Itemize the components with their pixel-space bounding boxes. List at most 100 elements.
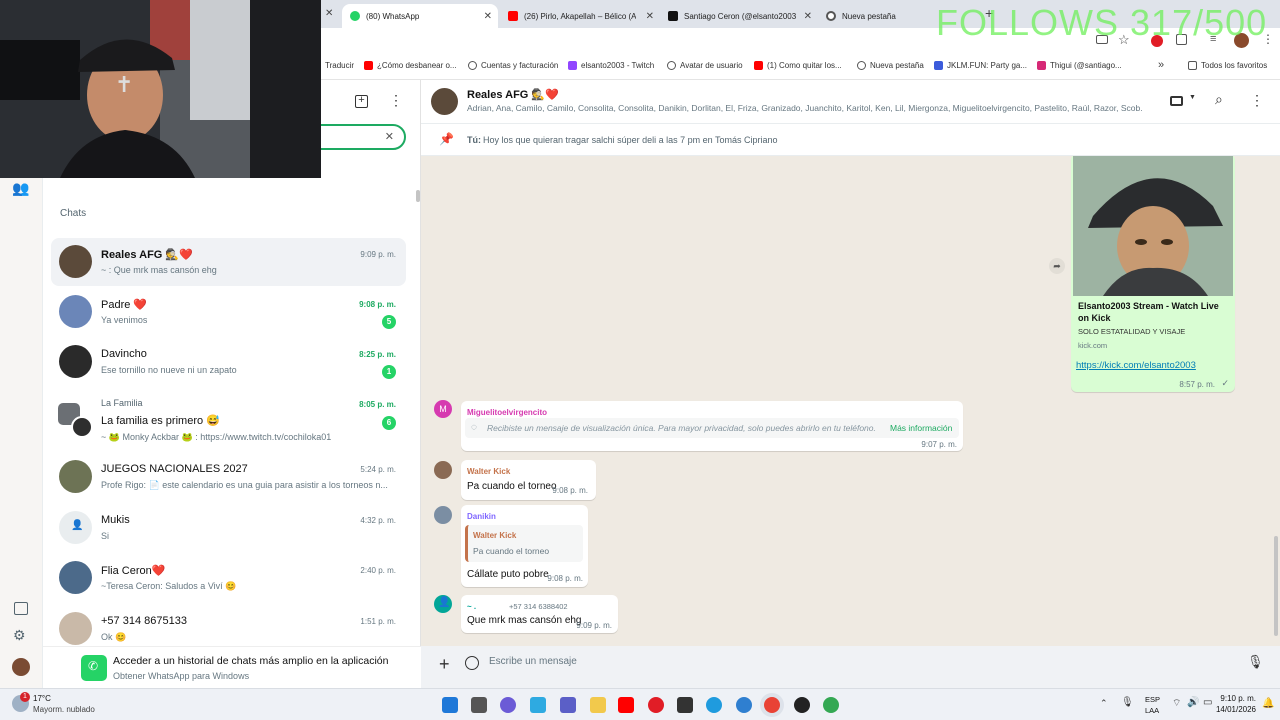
profile-avatar[interactable] bbox=[12, 658, 30, 676]
youtube-app-icon[interactable] bbox=[618, 697, 634, 713]
bookmark-instagram[interactable]: Thigui (@santiago... bbox=[1037, 61, 1122, 70]
view-once-message[interactable]: Miguelitoelvirgencito ◌ Recibiste un men… bbox=[461, 401, 963, 451]
conversation-header[interactable]: Reales AFG 🕵️❤️ Adrian, Ana, Camilo, Cam… bbox=[421, 80, 1280, 124]
microphone-tray-icon[interactable]: 🎙 bbox=[1121, 697, 1134, 708]
sender-avatar[interactable] bbox=[434, 506, 452, 524]
bookmark-traducir[interactable]: Traducir bbox=[325, 61, 354, 70]
browser-icon[interactable] bbox=[736, 697, 752, 713]
tab-youtube[interactable]: (26) Pirlo, Akapellah – Bélico (A ✕ bbox=[500, 4, 660, 28]
close-tab-icon[interactable]: ✕ bbox=[646, 11, 654, 22]
message-time: 9:07 p. m. bbox=[921, 440, 957, 449]
clock-date[interactable]: 14/01/2026 bbox=[1206, 705, 1256, 714]
bookmark-desbanear[interactable]: ¿Cómo desbanear o... bbox=[364, 61, 457, 70]
chat-item-juegos-nacionales[interactable]: JUEGOS NACIONALES 2027 Profe Rigo: 📄 est… bbox=[51, 453, 406, 501]
bookmark-cuentas[interactable]: Cuentas y facturación bbox=[468, 61, 558, 70]
tab-tiktok[interactable]: Santiago Ceron (@elsanto2003 ✕ bbox=[660, 4, 818, 28]
tray-chevron-icon[interactable]: ⌃ bbox=[1100, 698, 1108, 709]
settings-gear-icon[interactable]: ⚙ bbox=[13, 627, 26, 644]
scrollbar[interactable] bbox=[416, 190, 420, 202]
chat-time: 5:24 p. m. bbox=[360, 465, 396, 474]
chat-item-la-familia[interactable]: La Familia La familia es primero 😅 ~ 🐸 M… bbox=[51, 388, 406, 450]
obs-icon[interactable] bbox=[794, 697, 810, 713]
chat-app-icon[interactable] bbox=[500, 697, 516, 713]
sender-avatar[interactable] bbox=[434, 461, 452, 479]
pinned-sender: Tú: bbox=[467, 135, 481, 145]
download-app-promo[interactable]: ✆ Acceder a un historial de chats más am… bbox=[43, 646, 421, 688]
weather-temp[interactable]: 17°C bbox=[33, 694, 51, 703]
bookmark-nueva[interactable]: Nueva pestaña bbox=[857, 61, 924, 70]
clock-time[interactable]: 9:10 p. m. bbox=[1216, 694, 1256, 703]
forward-icon[interactable]: ➦ bbox=[1049, 258, 1065, 274]
conversation-menu-icon[interactable]: ⋮ bbox=[1250, 92, 1264, 109]
chat-item-mukis[interactable]: 👤 Mukis Si 4:32 p. m. bbox=[51, 504, 406, 552]
copilot-icon[interactable] bbox=[530, 697, 546, 713]
pinned-message-bar[interactable]: 📌 Tú: Hoy los que quieran tragar salchi … bbox=[421, 124, 1280, 156]
start-menu-icon[interactable] bbox=[442, 697, 458, 713]
bookmark-quitar[interactable]: (1) Como quitar los... bbox=[754, 61, 842, 70]
microphone-icon[interactable]: 🎙 bbox=[1247, 654, 1264, 670]
group-avatar[interactable] bbox=[431, 88, 458, 115]
close-tab-icon[interactable]: ✕ bbox=[325, 8, 333, 19]
message-sender: Walter Kick bbox=[467, 467, 511, 476]
weather-desc[interactable]: Mayorm. nublado bbox=[33, 705, 95, 714]
new-chat-icon[interactable]: + bbox=[355, 95, 368, 108]
group-members: Adrian, Ana, Camilo, Camilo, Consolita, … bbox=[467, 103, 1143, 113]
sender-avatar[interactable]: M bbox=[434, 400, 452, 418]
video-call-icon[interactable] bbox=[1170, 96, 1183, 106]
chat-item-reales-afg[interactable]: Reales AFG 🕵️❤️ ~ : Que mrk mas cansón e… bbox=[51, 238, 406, 286]
sticker-icon[interactable] bbox=[465, 656, 479, 670]
chat-preview: ~Teresa Ceron: Saludos a Viví 😊 bbox=[101, 581, 237, 591]
bookmark-avatar[interactable]: Avatar de usuario bbox=[667, 61, 743, 70]
language-top[interactable]: ESP bbox=[1145, 695, 1160, 704]
teams-icon[interactable] bbox=[560, 697, 576, 713]
task-view-icon[interactable] bbox=[471, 697, 487, 713]
chrome-profile-icon[interactable] bbox=[823, 697, 839, 713]
incoming-reply-message[interactable]: Danikin Walter Kick Pa cuando el torneo … bbox=[461, 505, 588, 587]
search-icon[interactable]: ⌕ bbox=[1215, 91, 1223, 108]
wifi-icon[interactable]: ⌔ bbox=[1172, 697, 1181, 710]
youtube-icon bbox=[364, 61, 373, 70]
file-explorer-icon[interactable] bbox=[590, 697, 606, 713]
default-user-icon: 👤 bbox=[71, 520, 84, 531]
sender-avatar[interactable]: 👤 bbox=[434, 595, 452, 613]
edge-icon[interactable] bbox=[706, 697, 722, 713]
store-icon[interactable] bbox=[677, 697, 693, 713]
chat-item-padre[interactable]: Padre ❤️ Ya venimos 9:08 p. m. 5 bbox=[51, 288, 406, 336]
incoming-message[interactable]: ~ . +57 314 6388402 Que mrk mas cansón e… bbox=[461, 595, 618, 633]
chrome-icon[interactable] bbox=[764, 697, 780, 713]
link-preview-image[interactable] bbox=[1073, 156, 1233, 296]
quoted-message[interactable]: Walter Kick Pa cuando el torneo bbox=[465, 525, 583, 562]
language-bottom[interactable]: LAA bbox=[1145, 706, 1159, 715]
chat-item-davincho[interactable]: Davincho Ese tornillo no nueve ni un zap… bbox=[51, 338, 406, 386]
bookmark-jklm[interactable]: JKLM.FUN: Party ga... bbox=[934, 61, 1027, 70]
close-tab-icon[interactable]: ✕ bbox=[484, 11, 492, 22]
link-url[interactable]: https://kick.com/elsanto2003 bbox=[1076, 360, 1196, 371]
phone-glyph-icon: ✆ bbox=[88, 659, 99, 673]
message-input[interactable]: Escribe un mensaje bbox=[489, 656, 577, 667]
bookmark-twitch[interactable]: elsanto2003 - Twitch bbox=[568, 61, 654, 70]
tab-whatsapp[interactable]: (80) WhatsApp ✕ bbox=[342, 4, 498, 28]
unread-badge: 6 bbox=[382, 416, 396, 430]
notifications-bell-icon[interactable]: 🔔 bbox=[1262, 698, 1274, 709]
menu-icon[interactable]: ⋮ bbox=[389, 92, 403, 109]
chat-preview: Si bbox=[101, 531, 110, 541]
opera-icon[interactable] bbox=[648, 697, 664, 713]
message-sender: Danikin bbox=[467, 512, 496, 521]
chat-preview: Profe Rigo: 📄 este calendario es una gui… bbox=[101, 480, 388, 490]
youtube-icon bbox=[754, 61, 763, 70]
close-tab-icon[interactable]: ✕ bbox=[804, 11, 812, 22]
attach-plus-icon[interactable]: + bbox=[439, 654, 450, 675]
more-info-link[interactable]: Más información bbox=[890, 423, 952, 433]
media-icon[interactable] bbox=[14, 602, 28, 615]
scrollbar[interactable] bbox=[1274, 536, 1278, 636]
clear-search-icon[interactable]: ✕ bbox=[385, 130, 394, 143]
chat-item-flia-ceron[interactable]: Flia Ceron❤️ ~Teresa Ceron: Saludos a Vi… bbox=[51, 554, 406, 602]
all-favorites-folder[interactable]: Todos los favoritos bbox=[1188, 61, 1267, 70]
more-bookmarks-icon[interactable]: » bbox=[1158, 59, 1164, 71]
outgoing-link-message[interactable]: Elsanto2003 Stream - Watch Live on Kick … bbox=[1071, 156, 1235, 392]
incoming-message[interactable]: Walter Kick Pa cuando el torneo 9:08 p. … bbox=[461, 460, 596, 500]
tab-title: (80) WhatsApp bbox=[366, 11, 420, 21]
communities-icon[interactable]: 👥 bbox=[12, 180, 29, 197]
chevron-down-icon[interactable]: ▼ bbox=[1189, 94, 1196, 101]
volume-icon[interactable]: 🔊 bbox=[1187, 697, 1199, 708]
